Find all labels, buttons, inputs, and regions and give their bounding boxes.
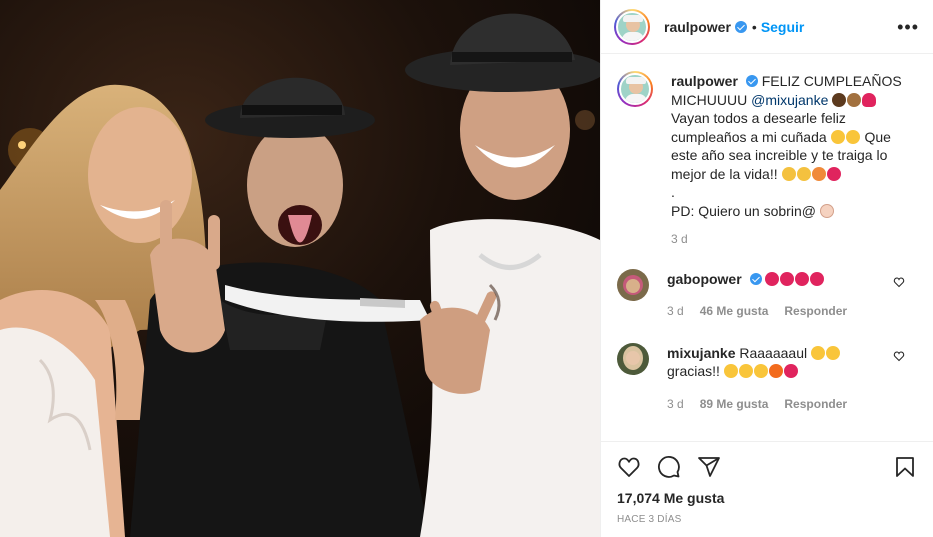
more-options-icon[interactable]: •••: [897, 18, 919, 36]
comment-username[interactable]: gabopower: [667, 271, 742, 287]
red-heart-emoji: [826, 166, 841, 181]
caption-line-4: .: [671, 184, 675, 200]
red-heart-emoji: [765, 271, 780, 286]
caption-meta: 3 d: [671, 230, 917, 249]
red-heart-emoji: [810, 271, 825, 286]
caption-avatar[interactable]: [617, 71, 653, 107]
instagram-post: raulpower • Seguir ••• raulpower FELIZ C…: [0, 0, 933, 537]
mention-link[interactable]: @mixujanke: [751, 92, 828, 108]
caption-username[interactable]: raulpower: [671, 73, 738, 89]
caption-text: raulpower FELIZ CUMPLEAÑOS MICHUUUU @mix…: [671, 71, 917, 249]
face-emoji: [738, 364, 753, 378]
red-heart-emoji: [795, 271, 810, 286]
comment-likes[interactable]: 89 Me gusta: [700, 395, 769, 414]
avatar-image: [616, 10, 648, 43]
commenter-avatar[interactable]: [617, 342, 649, 375]
baby-emoji: [819, 203, 834, 218]
comment-item: mixujanke Raaaaaaul gracias!! 3 d 89 Me …: [617, 342, 917, 414]
share-icon[interactable]: [697, 455, 721, 479]
post-actions: 17,074 Me gusta HACE 3 DÍAS: [601, 441, 933, 537]
face-emoji: [723, 364, 738, 378]
post-side-panel: raulpower • Seguir ••• raulpower FELIZ C…: [600, 0, 933, 537]
post-header: raulpower • Seguir •••: [601, 0, 933, 54]
comment-username[interactable]: mixujanke: [667, 345, 735, 361]
comment-time[interactable]: 3 d: [667, 302, 684, 321]
face-emoji: [826, 345, 840, 360]
commenter-avatar[interactable]: [617, 268, 649, 301]
author-username[interactable]: raulpower: [664, 19, 731, 35]
separator-dot: •: [751, 18, 757, 35]
comment-meta: 3 d 89 Me gusta Responder: [667, 395, 917, 414]
comments-list[interactable]: raulpower FELIZ CUMPLEAÑOS MICHUUUU @mix…: [601, 55, 933, 441]
face-emoji: [811, 345, 825, 360]
verified-icon: [734, 20, 747, 33]
red-heart-emoji: [780, 271, 795, 286]
comment-message: Raaaaaaul: [739, 344, 808, 361]
avatar-image: [619, 73, 651, 105]
face-emoji: [796, 166, 811, 181]
face-emoji: [781, 166, 796, 181]
cake-emoji: [847, 92, 862, 107]
like-comment-heart-icon[interactable]: [893, 276, 905, 288]
post-photo[interactable]: [0, 0, 600, 537]
comment-meta: 3 d 46 Me gusta Responder: [667, 302, 917, 321]
comment-message-2: gracias!!: [667, 363, 720, 379]
caption-time[interactable]: 3 d: [671, 230, 688, 249]
post-date[interactable]: HACE 3 DÍAS: [617, 514, 917, 525]
bookmark-icon[interactable]: [893, 455, 917, 479]
comment-icon[interactable]: [657, 455, 681, 479]
likes-count[interactable]: 17,074 Me gusta: [617, 490, 917, 506]
caption-line-5: PD: Quiero un sobrin@: [671, 202, 816, 219]
comment-time[interactable]: 3 d: [667, 395, 684, 414]
face-emoji: [811, 166, 826, 181]
fire-emoji: [768, 364, 783, 378]
verified-icon: [749, 272, 762, 285]
red-heart-emoji: [862, 92, 877, 107]
face-emoji: [845, 129, 860, 144]
author-avatar[interactable]: [614, 8, 650, 45]
comment-likes[interactable]: 46 Me gusta: [700, 302, 769, 321]
comment-text: mixujanke Raaaaaaul gracias!! 3 d 89 Me …: [667, 343, 917, 414]
reply-button[interactable]: Responder: [784, 302, 847, 321]
action-icons: [617, 452, 917, 482]
caption-line-2: Vayan todos a desearle feliz cumpleaños …: [671, 110, 846, 145]
face-emoji: [753, 364, 768, 378]
face-emoji: [830, 129, 845, 144]
heart-icon[interactable]: [617, 455, 641, 479]
follow-button[interactable]: Seguir: [761, 19, 805, 35]
caption: raulpower FELIZ CUMPLEAÑOS MICHUUUU @mix…: [617, 71, 917, 249]
party-popper-emoji: [832, 92, 847, 107]
comment-text: gabopower 3 d 46 Me gusta Responder: [667, 269, 917, 321]
post-image: [0, 0, 600, 537]
verified-icon: [745, 75, 758, 87]
reply-button[interactable]: Responder: [784, 395, 847, 414]
red-heart-emoji: [783, 364, 798, 378]
comment-item: gabopower 3 d 46 Me gusta Responder: [617, 268, 917, 321]
like-comment-heart-icon[interactable]: [893, 350, 905, 362]
